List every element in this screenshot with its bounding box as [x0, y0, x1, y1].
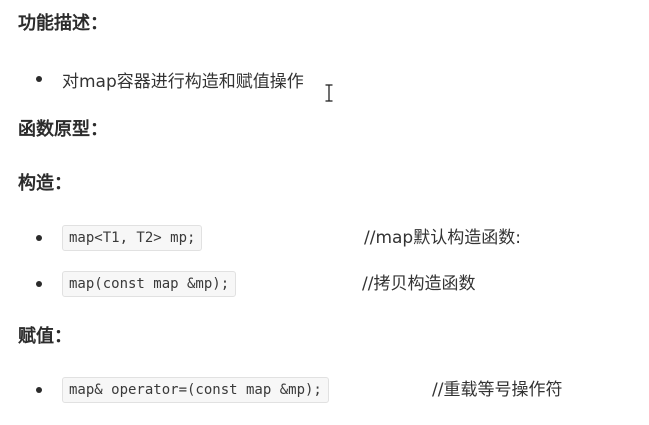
- section-heading-construct: 构造：: [18, 173, 72, 194]
- section-heading-assign: 赋值：: [18, 326, 72, 347]
- list-item: map(const map &mp);: [36, 271, 237, 297]
- section-heading-prototype: 函数原型：: [18, 119, 108, 140]
- section-heading-function-desc: 功能描述：: [18, 13, 108, 34]
- bullet-dot-icon: [36, 387, 42, 393]
- bullet-dot-icon: [36, 281, 42, 287]
- code-comment: //拷贝构造函数: [362, 274, 476, 294]
- code-comment: //重载等号操作符: [432, 380, 563, 400]
- code-snippet: map(const map &mp);: [62, 271, 237, 297]
- list-item: 对map容器进行构造和赋值操作: [36, 66, 304, 92]
- description-text: 对map容器进行构造和赋值操作: [62, 71, 304, 92]
- bullet-dot-icon: [36, 235, 42, 241]
- bullet-dot-icon: [36, 76, 42, 82]
- list-item: map& operator=(const map &mp);: [36, 377, 329, 403]
- code-snippet: map<T1, T2> mp;: [62, 225, 203, 251]
- list-item: map<T1, T2> mp;: [36, 225, 203, 251]
- text-cursor-icon: [325, 84, 333, 102]
- code-snippet: map& operator=(const map &mp);: [62, 377, 329, 403]
- code-comment: //map默认构造函数:: [364, 228, 521, 248]
